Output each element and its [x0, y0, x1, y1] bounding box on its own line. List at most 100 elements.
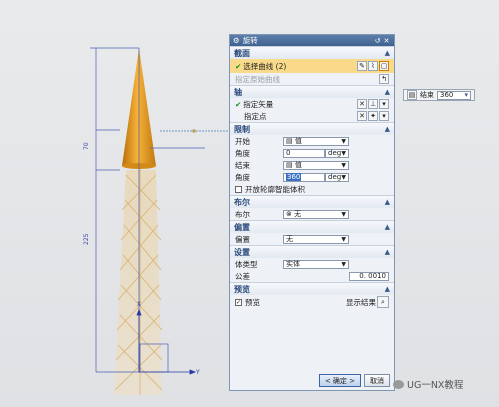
- chevron-down-icon: ▼: [341, 260, 346, 268]
- specify-point-label: 指定点: [244, 111, 267, 121]
- chevron-up-icon: ▲: [384, 125, 390, 133]
- body-type-row: 体类型 实体 ▼: [230, 258, 394, 270]
- start-angle-label: 角度: [235, 148, 250, 158]
- wechat-icon: [393, 379, 404, 389]
- axis-label-y: Y: [195, 369, 200, 376]
- section-header-settings[interactable]: 设置 ▲: [230, 245, 394, 258]
- watermark: UG一NX教程: [393, 377, 463, 391]
- section-title: 截面: [234, 48, 250, 58]
- vector-icon[interactable]: ⊥: [368, 99, 378, 109]
- preview-checkbox[interactable]: ✓: [235, 298, 242, 306]
- ok-button[interactable]: < 确定 >: [318, 374, 361, 387]
- close-icon[interactable]: ✕: [382, 37, 391, 45]
- chevron-down-icon[interactable]: ▾: [379, 111, 389, 121]
- chevron-up-icon: ▲: [384, 88, 390, 96]
- section-header-limits[interactable]: 限制 ▲: [230, 122, 394, 135]
- end-angle-float-toolbar[interactable]: ▤ 结束 360 ▾: [403, 89, 475, 101]
- value-type-icon[interactable]: ▤: [407, 90, 417, 100]
- offset-row: 偏置 无 ▼: [230, 233, 394, 245]
- origin-curve-row[interactable]: 指定原始曲线 ↰: [230, 73, 394, 85]
- float-end-label: 结束: [420, 91, 434, 99]
- show-result-label: 显示结果: [346, 297, 376, 307]
- offset-value: 无: [286, 235, 293, 243]
- offset-title: 偏置: [234, 222, 250, 232]
- chevron-down-icon: ▼: [341, 149, 346, 157]
- boolean-row: 布尔 ⊗ 无 ▼: [230, 208, 394, 220]
- chevron-up-icon: ▲: [384, 198, 390, 206]
- dialog-title: 旋转: [242, 36, 258, 45]
- start-angle-unit[interactable]: deg ▼: [325, 148, 349, 158]
- end-angle-unit-value: deg: [328, 173, 342, 181]
- dimension-large: 225: [83, 233, 90, 245]
- section-curve-icon[interactable]: ▢: [379, 61, 389, 71]
- sketch-icon[interactable]: ✎: [357, 61, 367, 71]
- body-type-select[interactable]: 实体 ▼: [283, 259, 349, 269]
- start-label: 开始: [235, 136, 250, 146]
- gear-icon: ⚙: [233, 36, 240, 45]
- specify-point-row[interactable]: 指定点 ✕ ✦ ▾: [230, 110, 394, 122]
- preview-label: 预览: [245, 297, 260, 307]
- end-row: 结束 ▤ 值 ▼: [230, 159, 394, 171]
- origin-curve-icon[interactable]: ↰: [379, 74, 389, 84]
- section-header-boolean[interactable]: 布尔 ▲: [230, 195, 394, 208]
- end-type-select[interactable]: ▤ 值 ▼: [283, 160, 349, 170]
- section-header-preview[interactable]: 预览 ▲: [230, 282, 394, 295]
- start-angle-input[interactable]: 0: [283, 148, 325, 158]
- reset-icon[interactable]: ↺: [373, 37, 382, 45]
- section-header-section[interactable]: 截面 ▲: [230, 46, 394, 59]
- offset-label: 偏置: [235, 234, 250, 244]
- tolerance-input[interactable]: 0. 0010: [349, 271, 389, 281]
- chevron-down-icon[interactable]: ▾: [379, 99, 389, 109]
- end-angle-input[interactable]: 360: [283, 172, 325, 182]
- chevron-up-icon: ▲: [384, 285, 390, 293]
- section-header-axis[interactable]: 轴 ▲: [230, 85, 394, 98]
- point-dialog-icon[interactable]: ✕: [357, 111, 367, 121]
- offset-select[interactable]: 无 ▼: [283, 234, 349, 244]
- point-icon[interactable]: ✦: [368, 111, 378, 121]
- tolerance-label: 公差: [235, 271, 250, 281]
- end-angle-unit[interactable]: deg ▼: [325, 172, 349, 182]
- chevron-down-icon: ▼: [341, 161, 346, 169]
- chevron-up-icon: ▲: [384, 248, 390, 256]
- boolean-select[interactable]: ⊗ 无 ▼: [283, 209, 349, 219]
- tolerance-row: 公差 0. 0010: [230, 270, 394, 282]
- chevron-down-icon: ▾: [464, 91, 468, 99]
- axis-label-x: X: [137, 301, 141, 308]
- open-profile-label: 开放轮廓智能体积: [245, 184, 305, 194]
- reverse-direction-icon[interactable]: ✕: [357, 99, 367, 109]
- open-profile-checkbox[interactable]: [235, 185, 242, 193]
- chevron-down-icon: ▼: [341, 137, 346, 145]
- preview-row: ✓ 预览 显示结果 ⌕: [230, 295, 394, 309]
- dimension-small: 70: [83, 142, 90, 150]
- checkmark-icon: ✔: [235, 61, 242, 71]
- boolean-title: 布尔: [234, 197, 250, 207]
- preview-body: [114, 170, 162, 395]
- revolve-dialog: ⚙ 旋转 ↺ ✕ 截面 ▲ ✔ 选择曲线 (2) ✎ ⌇ ▢ 指定原始曲线 ↰ …: [229, 34, 395, 391]
- section-header-offset[interactable]: 偏置 ▲: [230, 220, 394, 233]
- chevron-up-icon: ▲: [384, 49, 390, 57]
- start-type-select[interactable]: ▤ 值 ▼: [283, 136, 349, 146]
- specify-vector-label: 指定矢量: [243, 99, 274, 109]
- chevron-down-icon: ▼: [341, 235, 346, 243]
- dialog-buttons: < 确定 > 取消: [318, 374, 390, 387]
- start-type-value: 值: [294, 137, 302, 145]
- open-profile-row[interactable]: 开放轮廓智能体积: [230, 183, 394, 195]
- curve-icon[interactable]: ⌇: [368, 61, 378, 71]
- chevron-down-icon: ▼: [341, 173, 346, 181]
- select-curve-row[interactable]: ✔ 选择曲线 (2) ✎ ⌇ ▢: [230, 59, 394, 73]
- end-type-value: 值: [294, 161, 302, 169]
- chevron-down-icon: ▼: [341, 210, 346, 218]
- magnifier-icon[interactable]: ⌕: [377, 296, 389, 308]
- origin-curve-label: 指定原始曲线: [235, 74, 280, 84]
- body-type-label: 体类型: [235, 259, 258, 269]
- float-end-value-input[interactable]: 360 ▾: [437, 90, 471, 100]
- boolean-value: 无: [294, 210, 302, 218]
- cancel-button[interactable]: 取消: [364, 374, 390, 387]
- start-row: 开始 ▤ 值 ▼: [230, 135, 394, 147]
- axis-point: [192, 129, 196, 133]
- select-curve-label: 选择曲线 (2): [243, 61, 287, 71]
- dialog-titlebar: ⚙ 旋转 ↺ ✕: [230, 35, 394, 46]
- specify-vector-row[interactable]: ✔ 指定矢量 ✕ ⊥ ▾: [230, 98, 394, 110]
- watermark-text: UG一NX教程: [407, 380, 464, 391]
- chevron-up-icon: ▲: [384, 223, 390, 231]
